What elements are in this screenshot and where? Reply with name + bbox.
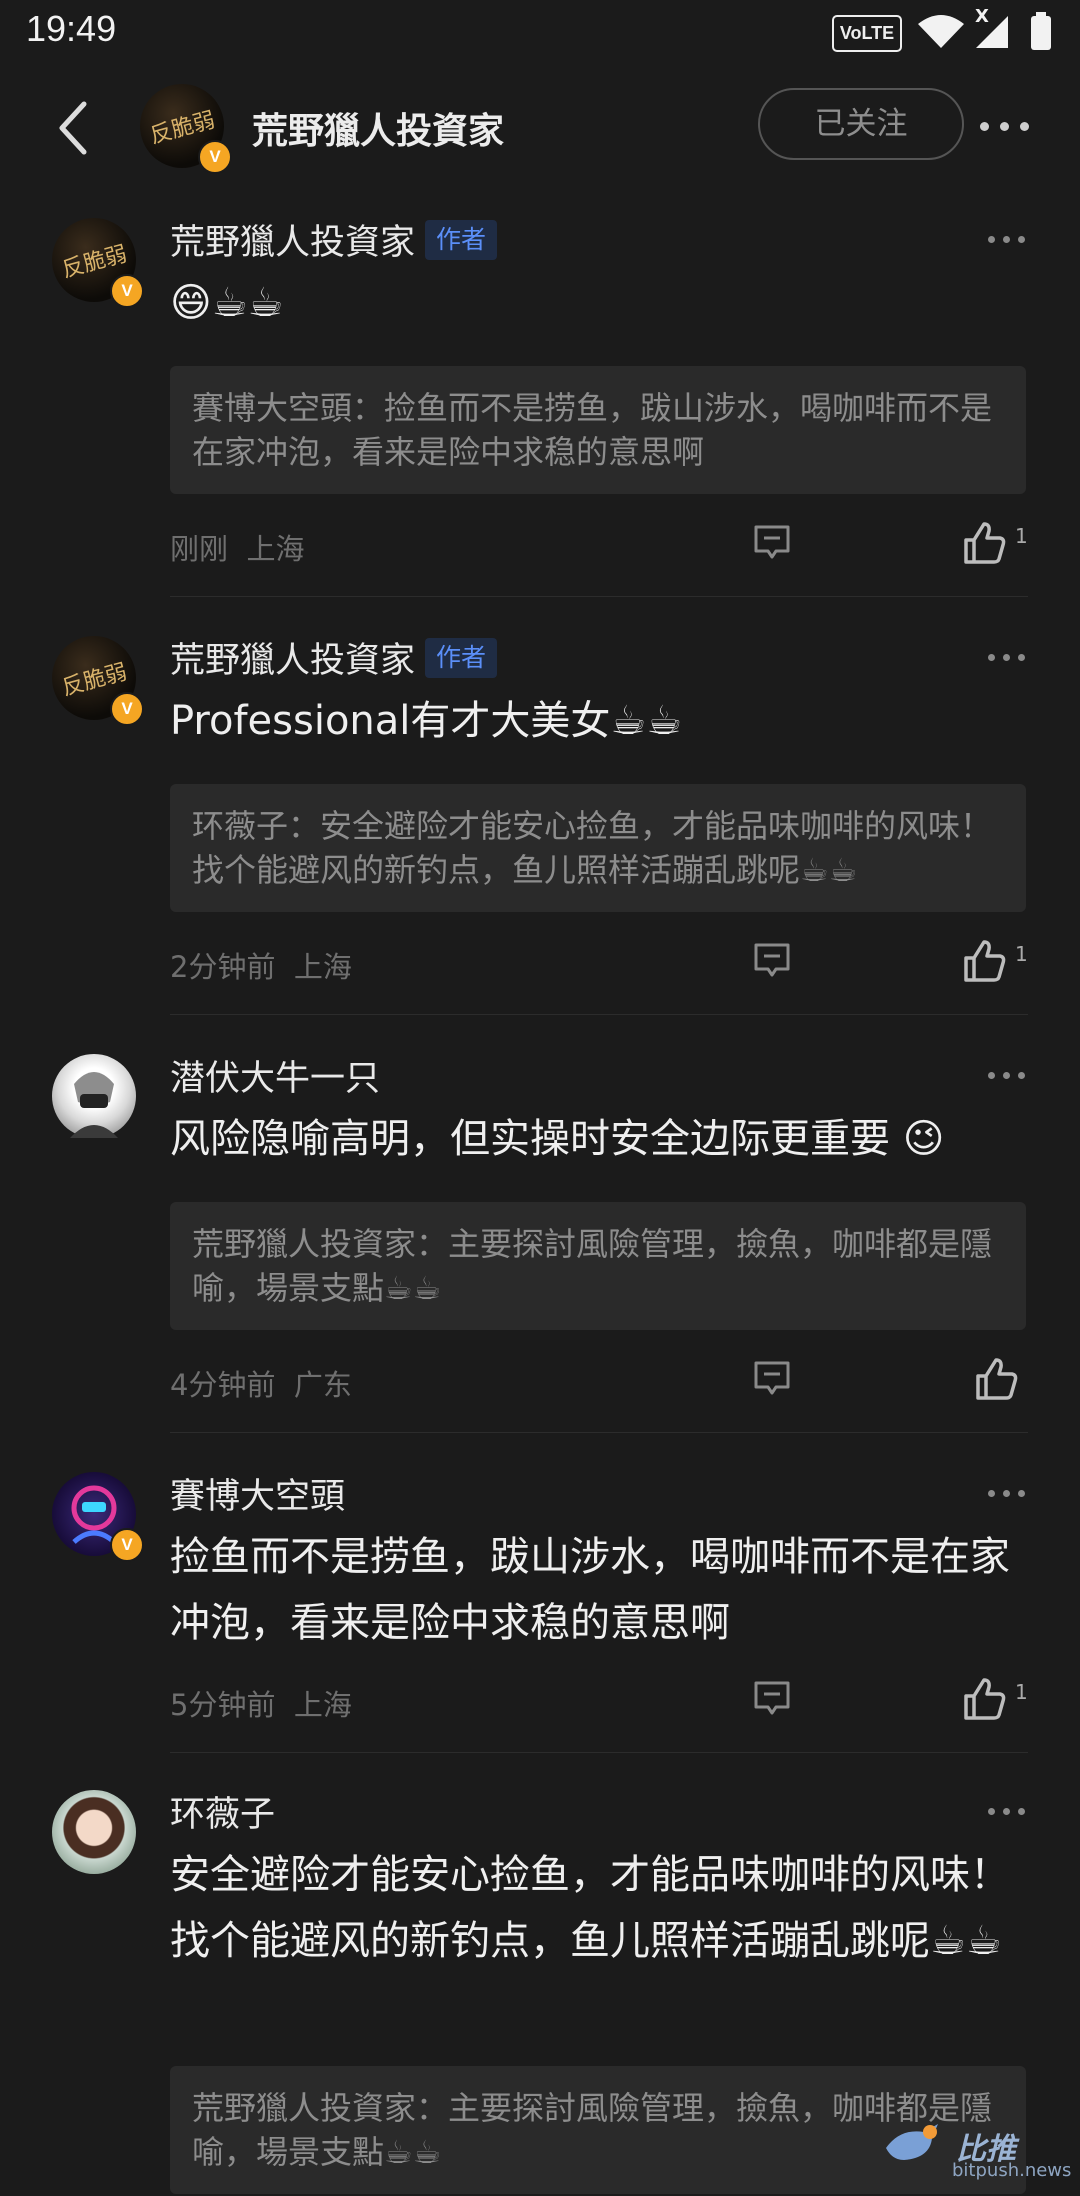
like-count: 1: [1015, 942, 1028, 966]
verified-badge-icon: V: [198, 140, 232, 174]
comment-time: 刚刚: [170, 532, 229, 566]
comment-author-name[interactable]: 潜伏大牛一只: [170, 1050, 380, 1101]
bird-logo-icon: [886, 2124, 938, 2160]
reply-icon[interactable]: [752, 1360, 792, 1396]
divider: [170, 596, 1028, 597]
avatar[interactable]: 反脆弱 V: [52, 218, 144, 308]
author-tag: 作者: [425, 638, 498, 678]
like-count: 1: [1015, 1680, 1028, 1704]
following-button[interactable]: 已关注: [758, 88, 964, 160]
reply-icon[interactable]: [752, 1680, 792, 1716]
comment-more-icon[interactable]: [988, 236, 1028, 246]
verified-badge-icon: V: [110, 274, 144, 308]
comment-meta: 4分钟前 广东: [170, 1362, 352, 1404]
comment-author-name[interactable]: 环薇子: [170, 1786, 275, 1837]
like-thumb-icon[interactable]: [974, 1356, 1020, 1402]
wifi-icon: [918, 15, 964, 48]
avatar[interactable]: V: [52, 1472, 144, 1562]
quoted-reply[interactable]: 荒野獵人投資家：主要探討風險管理，撿魚，咖啡都是隱喻，場景支點☕☕: [170, 1202, 1026, 1330]
reply-icon[interactable]: [752, 524, 792, 560]
comment-time: 5分钟前: [170, 1688, 276, 1722]
battery-icon: [1031, 12, 1051, 50]
avatar[interactable]: [52, 1790, 136, 1874]
avatar[interactable]: [52, 1054, 136, 1138]
status-bar: 19:49 VoLTE X: [0, 0, 1080, 64]
header-avatar[interactable]: 反脆弱 V: [140, 84, 232, 174]
reply-icon[interactable]: [752, 942, 792, 978]
status-time: 19:49: [26, 8, 117, 49]
volte-icon: VoLTE: [832, 15, 902, 52]
comment-meta: 5分钟前 上海: [170, 1682, 352, 1724]
author-tag: 作者: [425, 220, 498, 260]
comment-text: Professional有才大美女☕☕: [170, 698, 683, 744]
author-name-text: 荒野獵人投資家: [170, 641, 416, 681]
quoted-reply[interactable]: 賽博大空頭：捡鱼而不是捞鱼，跋山涉水，喝咖啡而不是在家冲泡，看来是险中求稳的意思…: [170, 366, 1026, 494]
like-thumb-icon[interactable]: [962, 520, 1008, 566]
divider: [170, 1432, 1028, 1433]
comment-meta: 2分钟前 上海: [170, 944, 352, 986]
comment-meta: 刚刚 上海: [170, 526, 304, 568]
comment-text: 安全避险才能安心捡鱼，才能品味咖啡的风味！找个能避风的新钓点，鱼儿照样活蹦乱跳呢…: [170, 1852, 1010, 1964]
signal-x-label: X: [975, 6, 989, 27]
comment-location: 上海: [293, 1688, 352, 1722]
comment-more-icon[interactable]: [988, 1490, 1028, 1500]
comment-more-icon[interactable]: [988, 1072, 1028, 1082]
comment-author-name[interactable]: 荒野獵人投資家 作者: [170, 214, 498, 265]
verified-badge-icon: V: [110, 692, 144, 726]
like-count: 1: [1015, 524, 1028, 548]
comment-more-icon[interactable]: [988, 1808, 1028, 1818]
page-title: 荒野獵人投資家: [252, 111, 505, 152]
divider: [170, 1014, 1028, 1015]
comment-text: 😄☕☕: [170, 280, 284, 326]
avatar[interactable]: 反脆弱 V: [52, 636, 144, 726]
comment-location: 上海: [246, 532, 305, 566]
back-arrow-icon[interactable]: [52, 98, 96, 158]
author-name-text: 荒野獵人投資家: [170, 223, 416, 263]
comment-more-icon[interactable]: [988, 654, 1028, 664]
comment-location: 上海: [293, 950, 352, 984]
top-nav-bar: 反脆弱 V 荒野獵人投資家 已关注: [0, 64, 1080, 192]
comment-text: 捡鱼而不是捞鱼，跋山涉水，喝咖啡而不是在家冲泡，看来是险中求稳的意思啊: [170, 1534, 1010, 1646]
like-thumb-icon[interactable]: [962, 1676, 1008, 1722]
comment-time: 4分钟前: [170, 1368, 276, 1402]
ninja-avatar-icon: [70, 1072, 118, 1138]
watermark-url: bitpush.news: [952, 2160, 1072, 2181]
like-thumb-icon[interactable]: [962, 938, 1008, 984]
comment-location: 广东: [293, 1368, 352, 1402]
quoted-reply[interactable]: 环薇子：安全避险才能安心捡鱼，才能品味咖啡的风味！找个能避风的新钓点，鱼儿照样活…: [170, 784, 1026, 912]
comment-time: 2分钟前: [170, 950, 276, 984]
divider: [170, 1752, 1028, 1753]
comment-author-name[interactable]: 荒野獵人投資家 作者: [170, 632, 498, 683]
comment-text: 风险隐喻高明，但实操时安全边际更重要 😉: [170, 1116, 945, 1162]
comment-author-name[interactable]: 賽博大空頭: [170, 1468, 345, 1519]
more-options-icon[interactable]: [980, 120, 1032, 132]
verified-badge-icon: V: [110, 1528, 144, 1562]
